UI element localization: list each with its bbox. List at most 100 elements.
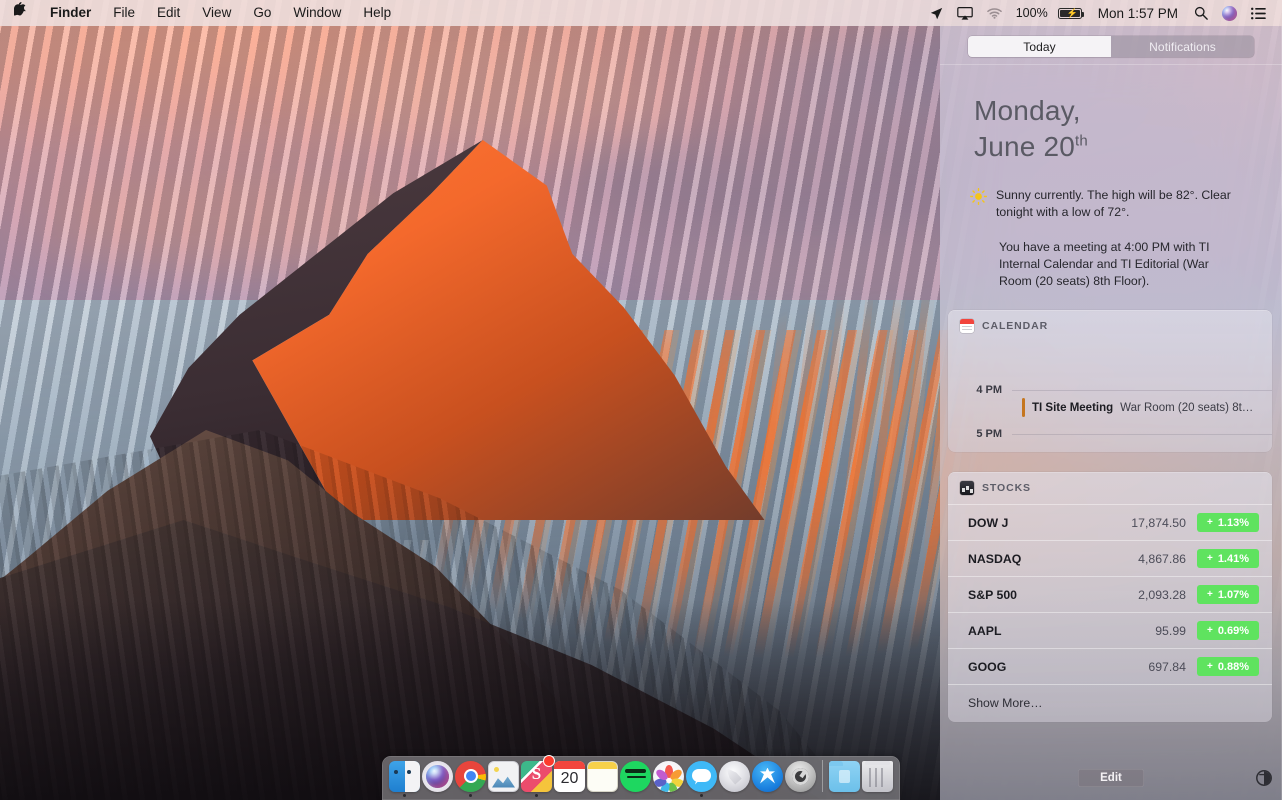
status-badge: + 1.07% — [1197, 585, 1259, 604]
dock-item-messages[interactable] — [685, 757, 718, 798]
spotify-icon — [620, 761, 651, 792]
stocks-widget-header: STOCKS — [948, 472, 1272, 504]
menu-edit[interactable]: Edit — [146, 0, 191, 26]
stock-change-value: 1.07% — [1218, 589, 1249, 601]
search-icon[interactable] — [1187, 6, 1215, 20]
calendar-event-location: War Room (20 seats) 8t… — [1120, 402, 1253, 414]
running-indicator — [634, 794, 637, 797]
dock-item-preview[interactable] — [487, 757, 520, 798]
dock-divider — [822, 760, 823, 792]
dock-item-app-store[interactable] — [751, 757, 784, 798]
notification-badge — [543, 755, 555, 767]
running-indicator — [700, 794, 703, 797]
today-date-header: Monday, June 20th — [940, 65, 1282, 165]
dock-item-launchpad[interactable] — [718, 757, 751, 798]
menu-view[interactable]: View — [191, 0, 242, 26]
menu-finder[interactable]: Finder — [39, 0, 102, 26]
dock-item-calendar[interactable]: 20 — [553, 757, 586, 798]
stock-price: 95.99 — [1155, 624, 1197, 638]
launchpad-icon — [719, 761, 750, 792]
stocks-widget[interactable]: STOCKS DOW J 17,874.50 + 1.13% NASDAQ 4,… — [948, 472, 1272, 722]
weather-summary-text: Sunny currently. The high will be 82°. C… — [996, 187, 1248, 221]
show-more-button[interactable]: Show More… — [948, 685, 1272, 722]
menu-window[interactable]: Window — [282, 0, 352, 26]
chrome-icon — [455, 761, 486, 792]
battery-charging-icon[interactable]: ⚡ — [1051, 8, 1089, 19]
tab-today[interactable]: Today — [968, 36, 1111, 57]
stock-symbol: DOW J — [968, 516, 1008, 530]
stock-change-sign: + — [1207, 661, 1213, 672]
table-row[interactable]: GOOG 697.84 + 0.88% — [948, 649, 1272, 684]
dock-item-downloads[interactable] — [828, 757, 861, 798]
menu-go[interactable]: Go — [242, 0, 282, 26]
airplay-icon[interactable] — [950, 7, 980, 20]
dock: 20 — [382, 756, 900, 800]
calendar-event-color-bar — [1022, 398, 1025, 417]
notification-center-panel: Today Notifications Monday, June 20th — [940, 26, 1282, 800]
location-arrow-icon[interactable] — [923, 7, 950, 20]
dock-item-photos[interactable] — [652, 757, 685, 798]
menu-bar-status-items: 100% ⚡ Mon 1:57 PM — [923, 6, 1282, 21]
finder-icon — [389, 761, 420, 792]
siri-icon[interactable] — [1215, 6, 1244, 21]
stock-change-sign: + — [1207, 625, 1213, 636]
table-row[interactable]: DOW J 17,874.50 + 1.13% — [948, 505, 1272, 540]
notes-icon — [587, 761, 618, 792]
notification-center-footer: Edit — [940, 756, 1282, 800]
stock-change-sign: + — [1207, 553, 1213, 564]
stock-price: 697.84 — [1148, 660, 1197, 674]
status-badge: + 1.41% — [1197, 549, 1259, 568]
date-ordinal-suffix: th — [1075, 133, 1088, 150]
menu-file[interactable]: File — [102, 0, 146, 26]
dock-item-notes[interactable] — [586, 757, 619, 798]
table-row[interactable]: S&P 500 2,093.28 + 1.07% — [948, 577, 1272, 612]
dock-item-system-preferences[interactable] — [784, 757, 817, 798]
stock-change-value: 0.88% — [1218, 661, 1249, 673]
calendar-widget[interactable]: CALENDAR 4 PM 5 PM TI Site Meeting War R… — [948, 310, 1272, 452]
stock-symbol: AAPL — [968, 624, 1001, 638]
today-notifications-segmented-control[interactable]: Today Notifications — [968, 36, 1254, 57]
sun-icon — [970, 188, 987, 210]
menu-bar-clock[interactable]: Mon 1:57 PM — [1089, 6, 1187, 21]
dock-item-chrome[interactable] — [454, 757, 487, 798]
running-indicator — [667, 794, 670, 797]
today-view-scroll-area[interactable]: Monday, June 20th Sunny currently. The h… — [940, 65, 1282, 756]
table-row[interactable]: NASDAQ 4,867.86 + 1.41% — [948, 541, 1272, 576]
dock-item-trash[interactable] — [861, 757, 894, 798]
dock-item-spotify[interactable] — [619, 757, 652, 798]
stock-price: 2,093.28 — [1138, 588, 1197, 602]
calendar-event[interactable]: TI Site Meeting War Room (20 seats) 8t… — [1022, 398, 1264, 417]
menu-bar-app-menus: Finder File Edit View Go Window Help — [0, 0, 402, 26]
table-row[interactable]: AAPL 95.99 + 0.69% — [948, 613, 1272, 648]
app-store-icon — [752, 761, 783, 792]
edit-button[interactable]: Edit — [1078, 769, 1144, 787]
dock-item-finder[interactable] — [388, 757, 421, 798]
wifi-icon[interactable] — [980, 7, 1009, 19]
menu-help[interactable]: Help — [352, 0, 402, 26]
dock-item-slack[interactable] — [520, 757, 553, 798]
running-indicator — [502, 794, 505, 797]
running-indicator — [601, 794, 604, 797]
trash-icon — [862, 761, 893, 792]
stock-change-sign: + — [1207, 517, 1213, 528]
system-preferences-icon — [785, 761, 816, 792]
status-badge: + 0.88% — [1197, 657, 1259, 676]
stock-symbol: S&P 500 — [968, 588, 1017, 602]
date-month-day: June 20th — [974, 129, 1282, 165]
apple-logo-icon[interactable] — [0, 0, 39, 26]
running-indicator — [843, 794, 846, 797]
dock-item-siri[interactable] — [421, 757, 454, 798]
tab-notifications[interactable]: Notifications — [1111, 36, 1254, 57]
dnd-toggle-icon[interactable] — [1256, 770, 1272, 786]
running-indicator — [876, 794, 879, 797]
calendar-widget-title: CALENDAR — [982, 320, 1048, 332]
stocks-widget-title: STOCKS — [982, 482, 1031, 494]
calendar-event-title: TI Site Meeting — [1032, 402, 1113, 414]
notification-center-tabs: Today Notifications — [940, 26, 1282, 64]
calendar-hour-line — [1012, 434, 1272, 435]
battery-percent-label: 100% — [1009, 6, 1051, 20]
calendar-widget-body[interactable]: 4 PM 5 PM TI Site Meeting War Room (20 s… — [948, 342, 1272, 452]
stock-change-value: 1.41% — [1218, 553, 1249, 565]
notification-center-icon[interactable] — [1244, 7, 1273, 20]
running-indicator — [403, 794, 406, 797]
